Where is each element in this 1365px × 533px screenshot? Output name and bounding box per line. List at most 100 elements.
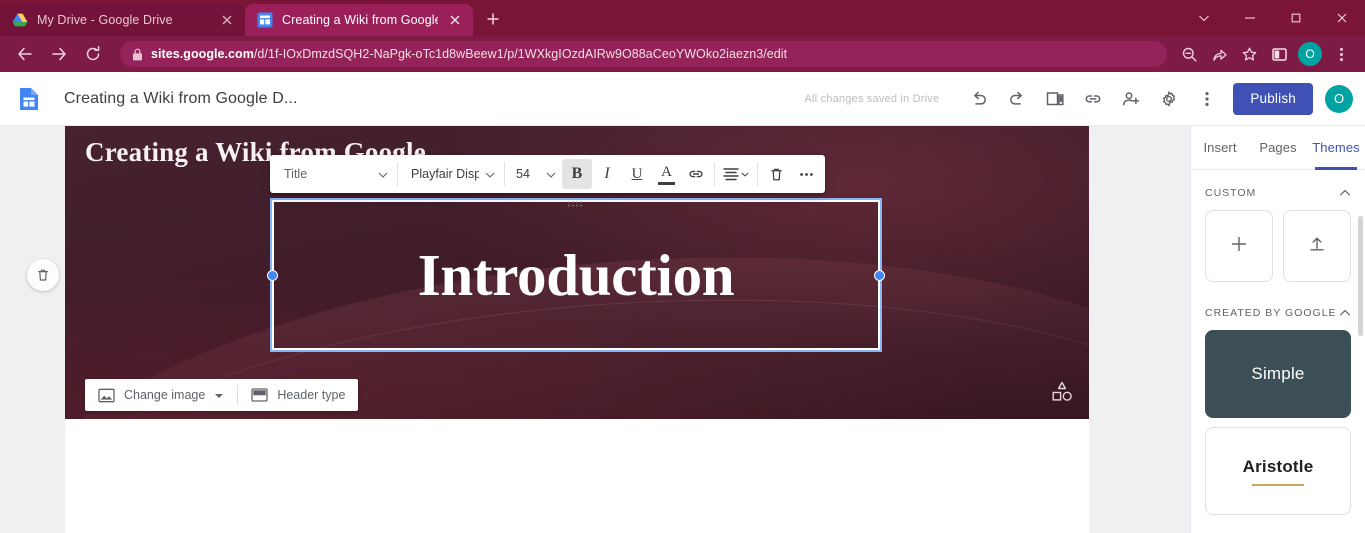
chevron-down-icon[interactable] (1181, 0, 1227, 36)
google-section-label: CREATED BY GOOGLE (1205, 307, 1337, 319)
close-icon[interactable] (219, 12, 235, 28)
browser-tab-google-sites[interactable]: Creating a Wiki from Google Doc (245, 4, 473, 36)
share-with-others-icon[interactable] (1113, 81, 1149, 117)
banner-options-toolbar: Change image Header type (85, 379, 359, 411)
text-style-value: Title (284, 167, 308, 181)
align-icon[interactable] (718, 159, 754, 189)
copy-link-icon[interactable] (1075, 81, 1111, 117)
tab-themes[interactable]: Themes (1307, 126, 1365, 170)
url-domain: sites.google.com (151, 47, 254, 61)
minimize-icon[interactable] (1227, 0, 1273, 36)
share-icon[interactable] (1205, 40, 1233, 68)
browser-tab-my-drive[interactable]: My Drive - Google Drive (0, 4, 245, 36)
more-options-icon[interactable] (1189, 81, 1225, 117)
google-sites-icon (257, 12, 273, 28)
browser-toolbar: sites.google.com/d/1f-IOxDmzdSQH2-NaPgk-… (0, 36, 1365, 72)
google-drive-icon (12, 12, 28, 28)
browser-window: My Drive - Google Drive Creating a Wiki … (0, 0, 1365, 533)
font-size-value: 54 (516, 167, 530, 181)
custom-section-header[interactable]: CUSTOM (1205, 176, 1351, 210)
chevron-up-icon[interactable] (1339, 184, 1351, 202)
bold-button[interactable]: B (562, 159, 592, 189)
trash-icon[interactable] (761, 159, 791, 189)
url-text: sites.google.com/d/1f-IOxDmzdSQH2-NaPgk-… (151, 47, 787, 61)
upload-icon (1307, 234, 1327, 259)
header-type-button[interactable]: Header type (238, 379, 358, 411)
google-section-header[interactable]: CREATED BY GOOGLE (1205, 296, 1351, 330)
zoom-out-icon[interactable] (1175, 40, 1203, 68)
chevron-down-icon (546, 167, 556, 181)
sites-header-actions: All changes saved in Drive Publish O (804, 81, 1365, 117)
text-style-dropdown[interactable]: Title (274, 159, 394, 189)
window-controls (1181, 0, 1365, 36)
side-panel-icon[interactable] (1265, 40, 1293, 68)
three-dot-menu-icon[interactable] (1327, 40, 1355, 68)
change-image-label: Change image (124, 388, 206, 402)
custom-theme-cards (1205, 210, 1351, 282)
plus-icon (1229, 234, 1249, 259)
tab-strip: My Drive - Google Drive Creating a Wiki … (0, 0, 1365, 36)
link-icon[interactable] (681, 159, 711, 189)
close-icon[interactable] (1319, 0, 1365, 36)
tab-insert[interactable]: Insert (1191, 126, 1249, 169)
redo-icon[interactable] (999, 81, 1035, 117)
text-format-toolbar: Title Playfair Disp 54 B I U A (270, 155, 825, 193)
tab-title: My Drive - Google Drive (37, 13, 173, 27)
shapes-icon[interactable] (1051, 380, 1073, 409)
italic-button[interactable]: I (592, 159, 622, 189)
url-path: /d/1f-IOxDmzdSQH2-NaPgk-oTc1d8wBeew1/p/1… (253, 47, 788, 61)
divider (714, 162, 715, 186)
tab-pages[interactable]: Pages (1249, 126, 1307, 169)
undo-icon[interactable] (961, 81, 997, 117)
site-document-title[interactable]: Creating a Wiki from Google D... (64, 90, 298, 108)
delete-section-button[interactable] (27, 259, 59, 291)
font-size-dropdown[interactable]: 54 (508, 159, 562, 189)
back-arrow-icon[interactable] (10, 39, 40, 69)
save-status-text: All changes saved in Drive (804, 92, 940, 105)
preview-icon[interactable] (1037, 81, 1073, 117)
sites-app-header: Creating a Wiki from Google D... All cha… (0, 72, 1365, 126)
forward-arrow-icon[interactable] (44, 39, 74, 69)
browser-profile-avatar[interactable]: O (1298, 42, 1322, 66)
google-sites-icon[interactable] (16, 86, 42, 112)
chevron-down-icon (485, 167, 495, 181)
change-image-button[interactable]: Change image (85, 379, 237, 411)
address-bar[interactable]: sites.google.com/d/1f-IOxDmzdSQH2-NaPgk-… (120, 41, 1167, 67)
theme-name: Aristotle (1242, 456, 1314, 476)
lock-icon (132, 48, 143, 61)
more-horizontal-icon[interactable] (791, 159, 821, 189)
font-family-value: Playfair Disp (411, 167, 479, 181)
publish-button[interactable]: Publish (1233, 82, 1313, 115)
theme-card-aristotle[interactable]: Aristotle (1205, 427, 1351, 515)
image-icon (98, 388, 115, 403)
maximize-icon[interactable] (1273, 0, 1319, 36)
resize-handle-right[interactable] (874, 269, 885, 281)
close-icon[interactable] (447, 12, 463, 28)
header-layout-icon (251, 388, 268, 402)
chevron-down-icon (214, 388, 224, 402)
chevron-up-icon[interactable] (1339, 304, 1351, 322)
page-banner[interactable]: Creating a Wiki from Google Introduction (65, 126, 1089, 419)
add-theme-card[interactable] (1205, 210, 1273, 282)
new-tab-button[interactable] (479, 5, 507, 33)
drag-handle-icon[interactable] (566, 194, 586, 207)
upload-theme-card[interactable] (1283, 210, 1351, 282)
omnibox-actions: O (1175, 40, 1355, 68)
right-side-panel: Insert Pages Themes CUSTOM CREATED BY GO… (1190, 126, 1365, 533)
account-avatar[interactable]: O (1325, 84, 1353, 113)
resize-handle-left[interactable] (267, 269, 278, 281)
scrollbar-thumb[interactable] (1358, 216, 1363, 336)
font-family-dropdown[interactable]: Playfair Disp (401, 159, 501, 189)
banner-heading-text[interactable]: Introduction (418, 245, 735, 305)
header-type-label: Header type (277, 388, 346, 402)
reload-icon[interactable] (78, 39, 108, 69)
divider (397, 162, 398, 186)
bookmark-star-icon[interactable] (1235, 40, 1263, 68)
tab-title: Creating a Wiki from Google Doc (282, 13, 438, 27)
text-color-button[interactable]: A (658, 163, 675, 185)
selected-text-box[interactable]: Introduction (267, 198, 885, 352)
panel-scrollbar[interactable] (1357, 216, 1364, 531)
underline-button[interactable]: U (622, 159, 652, 189)
settings-gear-icon[interactable] (1151, 81, 1187, 117)
theme-card-simple[interactable]: Simple (1205, 330, 1351, 418)
